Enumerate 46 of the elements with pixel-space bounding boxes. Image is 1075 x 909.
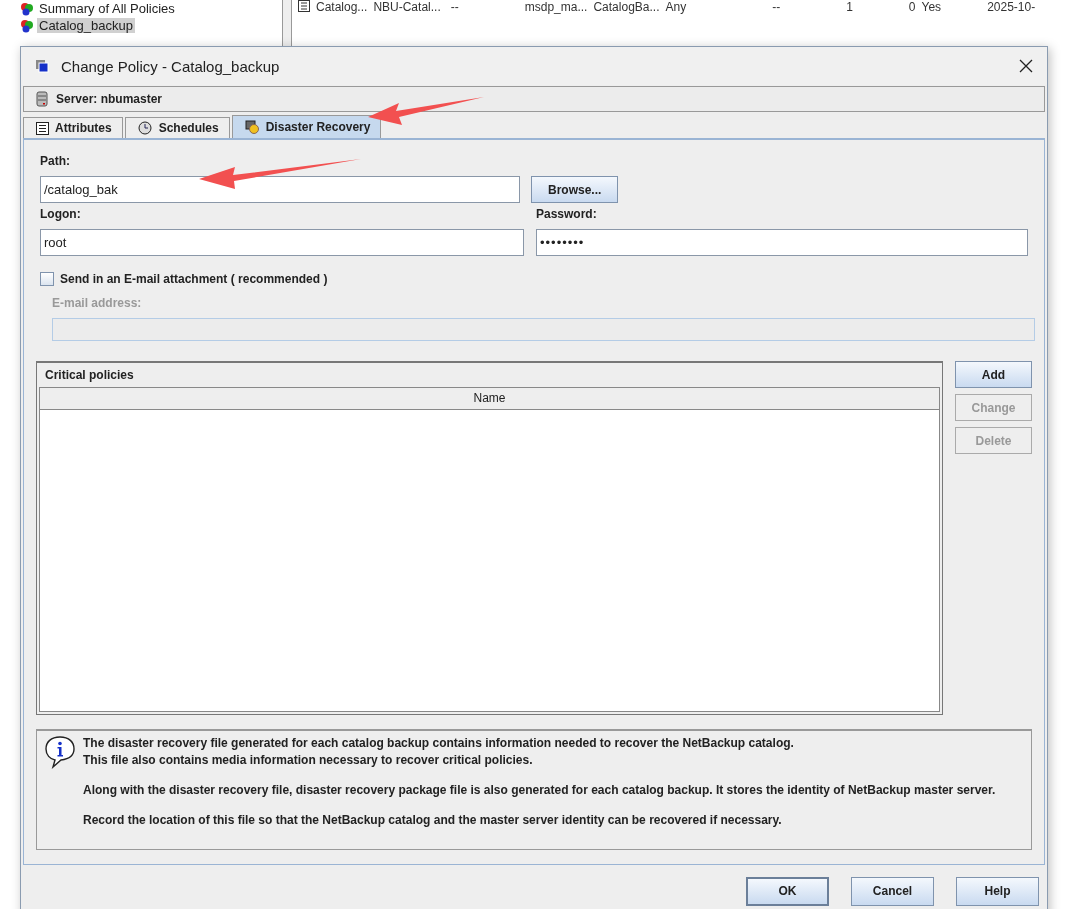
- info-text: Record the location of this file so that the NetBackup catalog and the master server identity can be recovered if necessary.: [83, 812, 783, 829]
- table-cell: --: [772, 0, 781, 14]
- dialog-button[interactable]: Help: [956, 876, 1039, 906]
- panel-title: Critical policies: [44, 367, 135, 384]
- clock-icon: [137, 121, 153, 135]
- field-label: Logon:: [40, 207, 82, 221]
- field-label: E-mail address:: [52, 296, 143, 310]
- table-cell: Any: [665, 0, 687, 14]
- table-cell: msdp_ma...: [524, 0, 588, 14]
- field-label: Path:: [40, 154, 71, 168]
- info-text: Along with the disaster recovery file, disaster recovery package file is also generated for each catalog backup. It stores the identity of NetBackup master server.: [83, 782, 996, 799]
- table-cell: CatalogBa...: [593, 0, 660, 14]
- list-icon: [36, 121, 49, 135]
- recovery-icon: [244, 120, 260, 134]
- dialog-button[interactable]: OK: [746, 876, 829, 906]
- info-text: The disaster recovery file generated for each catalog backup contains information needed to recover the NetBackup catalog. This file also contains media information necessary to recover critical policies.: [83, 735, 795, 769]
- checkbox[interactable]: [40, 272, 54, 286]
- table-cell: 1: [846, 0, 853, 14]
- browse-button[interactable]: Browse...: [531, 176, 619, 203]
- table-cell: NBU-Catal...: [373, 0, 441, 14]
- table-cell: Yes: [921, 0, 942, 14]
- checkbox-label[interactable]: Send in an E-mail attachment ( recommended ): [60, 272, 328, 286]
- info-icon: [43, 735, 77, 769]
- close-icon[interactable]: [1019, 59, 1033, 73]
- server-icon: [36, 91, 48, 107]
- window-title: Change Policy - Catalog_backup: [61, 57, 281, 75]
- tab[interactable]: Attributes: [23, 117, 123, 138]
- field-label: Password:: [536, 207, 598, 221]
- server-label: Server: nbumaster: [56, 92, 163, 106]
- tab[interactable]: Disaster Recovery: [231, 115, 382, 138]
- tab[interactable]: Schedules: [124, 117, 230, 138]
- table-cell: 2025-10-: [987, 0, 1036, 14]
- table-cell: Catalog...: [316, 0, 368, 14]
- tree-item[interactable]: Summary of All Policies: [37, 1, 177, 16]
- window-icon: [35, 59, 49, 73]
- policy-icon: [20, 1, 34, 16]
- logon-field[interactable]: root: [40, 229, 524, 256]
- column-header[interactable]: Name: [40, 388, 939, 409]
- policy-icon: [20, 18, 34, 33]
- tree-item[interactable]: Catalog_backup: [37, 18, 135, 33]
- policy-button[interactable]: Add: [955, 361, 1032, 388]
- password-field[interactable]: ••••••••: [536, 229, 1028, 256]
- table-cell: --: [450, 0, 459, 14]
- dialog-button[interactable]: Cancel: [851, 876, 934, 906]
- table-cell: 0: [908, 0, 916, 14]
- path-field[interactable]: /catalog_bak: [40, 176, 520, 203]
